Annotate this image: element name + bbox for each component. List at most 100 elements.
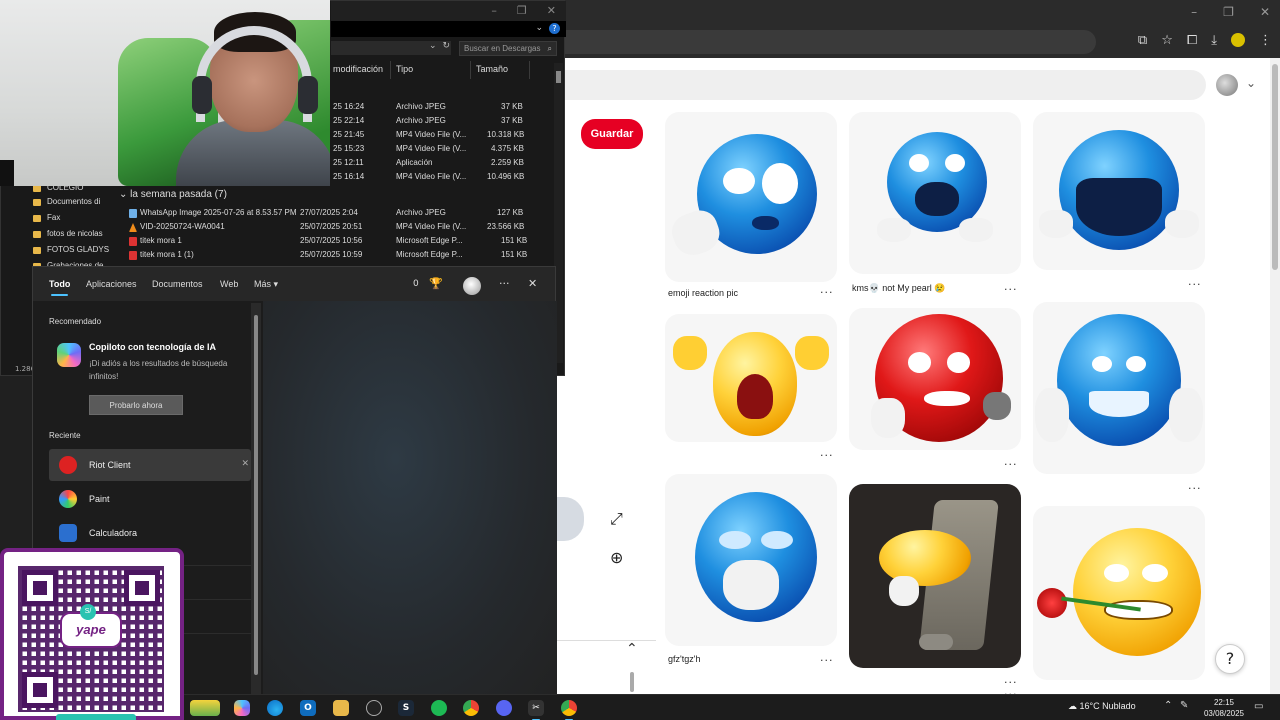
tab-documents[interactable]: Documentos: [152, 279, 203, 289]
file-size: 10.496 KB: [487, 172, 525, 181]
edge-icon[interactable]: [267, 700, 283, 716]
pin-caption[interactable]: gfz'tgz'h: [668, 654, 700, 664]
more-options-icon[interactable]: ···: [1188, 482, 1202, 495]
pinterest-search-bar[interactable]: [556, 70, 1206, 100]
tab-apps[interactable]: Aplicaciones: [86, 279, 137, 289]
refresh-icon[interactable]: ↻: [443, 41, 451, 51]
chevron-down-icon[interactable]: ⌄: [535, 23, 543, 34]
chevron-up-icon[interactable]: ⌃: [1164, 700, 1172, 711]
column-separator[interactable]: [529, 61, 530, 79]
recent-item-paint[interactable]: Paint: [49, 483, 251, 515]
comments-scrollbar[interactable]: [630, 672, 634, 692]
sidebar-folder[interactable]: Documentos di: [32, 197, 100, 206]
close-icon[interactable]: ✕: [528, 277, 537, 290]
sidebar-folder[interactable]: Fax: [32, 213, 60, 222]
minimize-icon[interactable]: –: [1191, 5, 1197, 19]
pen-icon[interactable]: ✎: [1180, 700, 1188, 711]
weather-widget[interactable]: ☁ 16°C Nublado: [1068, 701, 1136, 712]
more-options-icon[interactable]: ···: [820, 449, 834, 462]
profile-icon[interactable]: [1231, 33, 1245, 47]
minimize-icon[interactable]: –: [491, 4, 497, 17]
recent-item-calculator[interactable]: Calculadora: [49, 517, 251, 549]
obs-icon[interactable]: [366, 700, 382, 716]
expand-icon[interactable]: ⤢: [610, 509, 623, 529]
results-scrollbar[interactable]: [251, 303, 261, 695]
remove-icon[interactable]: ✕: [241, 459, 249, 469]
account-avatar[interactable]: [463, 277, 481, 295]
user-avatar[interactable]: [1216, 74, 1238, 96]
pin-card[interactable]: [665, 314, 837, 442]
pin-card[interactable]: [1033, 506, 1205, 680]
recent-item-riot-client[interactable]: Riot Client ✕: [49, 449, 251, 481]
help-button[interactable]: ?: [1215, 644, 1245, 674]
pin-card[interactable]: [849, 484, 1021, 668]
file-explorer-icon[interactable]: [333, 700, 349, 716]
widgets-icon[interactable]: [190, 700, 220, 716]
outlook-icon[interactable]: O: [300, 700, 316, 716]
emoji-hand: [1165, 210, 1199, 238]
pin-caption[interactable]: emoji reaction pic: [668, 288, 738, 298]
extensions-icon[interactable]: ⧠: [1187, 33, 1197, 48]
pin-caption[interactable]: kms💀 not My pearl 😢: [852, 283, 945, 294]
scrollbar-thumb[interactable]: [1272, 64, 1278, 270]
chrome-icon[interactable]: [561, 700, 577, 720]
column-separator[interactable]: [470, 61, 471, 79]
pin-card[interactable]: [849, 308, 1021, 450]
more-options-icon[interactable]: ···: [1004, 458, 1018, 471]
pin-card[interactable]: [1033, 112, 1205, 270]
pin-card[interactable]: [1033, 302, 1205, 474]
bookmark-star-icon[interactable]: ☆: [1161, 33, 1173, 48]
rewards-trophy-icon[interactable]: 🏆: [429, 277, 443, 290]
download-icon[interactable]: ⤓: [1211, 33, 1217, 48]
browser-scrollbar[interactable]: [1270, 58, 1280, 694]
capcut-icon[interactable]: ✂: [528, 700, 544, 720]
close-icon[interactable]: ✕: [1260, 5, 1270, 19]
column-header-modified[interactable]: modificación: [333, 64, 383, 74]
steam-icon[interactable]: S: [398, 700, 414, 716]
save-button[interactable]: Guardar: [581, 119, 643, 149]
file-type: MP4 Video File (V...: [396, 144, 467, 153]
notifications-icon[interactable]: ▭: [1254, 701, 1263, 712]
tab-all[interactable]: Todo: [49, 279, 70, 296]
scrollbar-thumb[interactable]: [254, 315, 258, 675]
chevron-down-icon[interactable]: ⌄: [1246, 76, 1256, 90]
file-row[interactable]: WhatsApp Image 2025-07-26 at 8.53.57 PM …: [1, 207, 566, 221]
scrollbar-thumb[interactable]: [556, 71, 561, 83]
pin-card[interactable]: [665, 474, 837, 646]
column-header-size[interactable]: Tamaño: [476, 64, 508, 74]
maximize-icon[interactable]: ❐: [1223, 5, 1234, 19]
discord-icon[interactable]: [496, 700, 512, 716]
menu-icon[interactable]: ⋮: [1259, 33, 1272, 48]
clock[interactable]: 22:15 03/08/2025: [1194, 697, 1254, 719]
column-header-type[interactable]: Tipo: [396, 64, 413, 74]
pin-card[interactable]: [665, 112, 837, 282]
chrome-icon[interactable]: [463, 700, 479, 716]
tab-more[interactable]: Más ▾: [254, 279, 278, 290]
sidebar-folder[interactable]: fotos de nicolas: [33, 229, 103, 238]
sidebar-folder[interactable]: FOTOS GLADYS: [32, 245, 109, 254]
file-group-header[interactable]: ⌄ la semana pasada (7): [119, 189, 227, 200]
spotify-icon[interactable]: [431, 700, 447, 716]
help-icon[interactable]: ?: [549, 23, 560, 34]
copilot-icon[interactable]: [234, 700, 250, 716]
more-options-icon[interactable]: ···: [1188, 278, 1202, 291]
pin-card[interactable]: [849, 112, 1021, 274]
cast-icon[interactable]: ⧉: [1138, 33, 1147, 48]
maximize-icon[interactable]: ❐: [517, 4, 527, 17]
try-now-button[interactable]: Probarlo ahora: [89, 395, 183, 415]
column-separator[interactable]: [390, 61, 391, 79]
more-options-icon[interactable]: ···: [820, 654, 834, 667]
close-icon[interactable]: ✕: [547, 4, 556, 17]
more-options-icon[interactable]: ···: [1004, 283, 1018, 296]
more-options-icon[interactable]: ···: [499, 277, 510, 290]
chevron-up-icon[interactable]: ⌃: [626, 641, 638, 657]
more-options-icon[interactable]: ···: [820, 286, 834, 299]
chevron-down-icon[interactable]: ⌄: [429, 41, 437, 51]
chevron-down-icon[interactable]: ⌄: [119, 189, 130, 200]
tab-web[interactable]: Web: [220, 279, 238, 289]
search-icon[interactable]: ⌕: [548, 42, 552, 55]
emoji-teeth: [1089, 390, 1149, 417]
address-bar[interactable]: [556, 30, 1096, 54]
visual-search-icon[interactable]: ⊕: [610, 548, 623, 567]
explorer-search-input[interactable]: Buscar en Descargas ⌕: [459, 41, 557, 56]
